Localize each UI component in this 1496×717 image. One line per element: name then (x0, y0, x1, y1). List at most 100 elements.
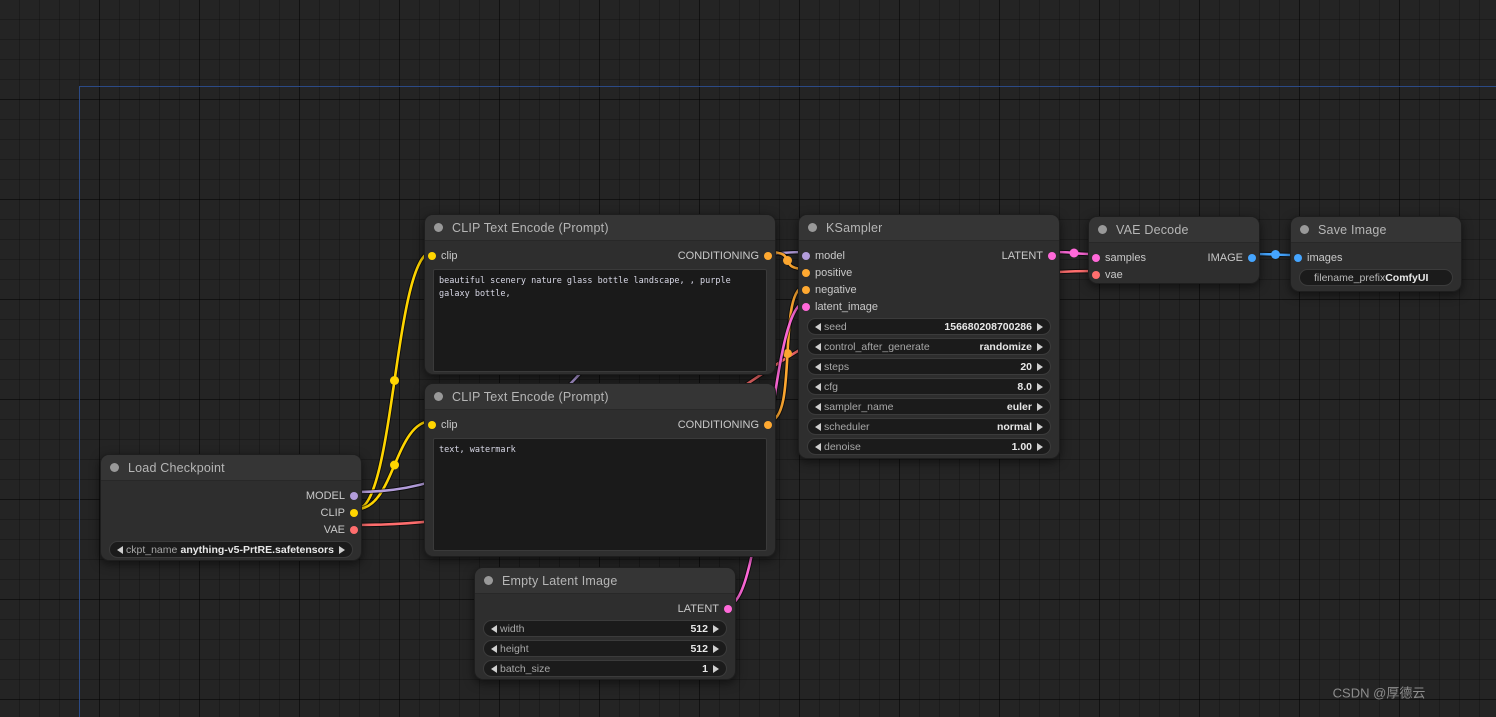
node-title: CLIP Text Encode (Prompt) (452, 389, 609, 404)
node-save-image[interactable]: Save Image images filename_prefix ComfyUI (1290, 216, 1462, 292)
widget-label: denoise (824, 440, 861, 453)
node-collapse-dot-icon[interactable] (1300, 225, 1309, 234)
node-collapse-dot-icon[interactable] (434, 392, 443, 401)
widget-increment-arrow-icon[interactable] (713, 664, 719, 673)
widget-value[interactable]: randomize (979, 341, 1034, 353)
output-slot-dot-CLIP[interactable] (350, 508, 358, 517)
node-title: Save Image (1318, 222, 1387, 237)
widget-width[interactable]: width 512 (483, 620, 727, 637)
widget-scheduler[interactable]: scheduler normal (807, 418, 1051, 435)
node-ksampler[interactable]: KSampler model LATENT positive negative laten… (798, 214, 1060, 459)
widget-value[interactable]: anything-v5-PrtRE.safetensors (181, 544, 336, 556)
node-header-clip-text-encode-negative[interactable]: CLIP Text Encode (Prompt) (425, 384, 775, 410)
widget-value[interactable]: normal (997, 421, 1034, 433)
widget-steps[interactable]: steps 20 (807, 358, 1051, 375)
input-slot-dot-clip[interactable] (428, 420, 436, 429)
node-empty-latent-image[interactable]: Empty Latent Image LATENT width 512 height 51… (474, 567, 736, 680)
input-slot-label: latent_image (815, 300, 878, 313)
widget-value[interactable]: 8.0 (1017, 381, 1034, 393)
node-collapse-dot-icon[interactable] (434, 223, 443, 232)
widget-value[interactable]: 512 (690, 643, 710, 655)
output-slot-dot-IMAGE[interactable] (1248, 253, 1256, 262)
widget-decrement-arrow-icon[interactable] (815, 362, 821, 371)
widget-decrement-arrow-icon[interactable] (117, 545, 123, 554)
widget-decrement-arrow-icon[interactable] (815, 402, 821, 411)
widget-value[interactable]: euler (1007, 401, 1034, 413)
graph-canvas[interactable]: Load Checkpoint MODEL CLIP VAE ckpt_name anyt… (0, 0, 1496, 717)
output-slot-dot-LATENT[interactable] (1048, 251, 1056, 260)
widget-label: steps (824, 360, 850, 373)
widget-increment-arrow-icon[interactable] (339, 545, 345, 554)
input-slot-dot-positive[interactable] (802, 268, 810, 277)
widget-control_after_generate[interactable]: control_after_generate randomize (807, 338, 1051, 355)
node-header-save-image[interactable]: Save Image (1291, 217, 1461, 243)
widget-height[interactable]: height 512 (483, 640, 727, 657)
widget-decrement-arrow-icon[interactable] (815, 342, 821, 351)
widget-increment-arrow-icon[interactable] (1037, 442, 1043, 451)
node-load-checkpoint[interactable]: Load Checkpoint MODEL CLIP VAE ckpt_name anyt… (100, 454, 362, 561)
node-collapse-dot-icon[interactable] (484, 576, 493, 585)
node-collapse-dot-icon[interactable] (808, 223, 817, 232)
node-collapse-dot-icon[interactable] (110, 463, 119, 472)
output-slot-label: IMAGE (1207, 251, 1243, 264)
input-slot-dot-images[interactable] (1294, 253, 1302, 262)
slot-row: vae (1089, 266, 1259, 283)
widget-increment-arrow-icon[interactable] (1037, 402, 1043, 411)
widget-value[interactable]: 20 (1020, 361, 1034, 373)
node-vae-decode[interactable]: VAE Decode samples IMAGE vae (1088, 216, 1260, 284)
input-slot-label: negative (815, 283, 857, 296)
prompt-textarea[interactable]: text, watermark (433, 438, 767, 551)
widget-value[interactable]: 156680208700286 (944, 321, 1034, 333)
node-header-empty-latent-image[interactable]: Empty Latent Image (475, 568, 735, 594)
node-header-ksampler[interactable]: KSampler (799, 215, 1059, 241)
widget-sampler_name[interactable]: sampler_name euler (807, 398, 1051, 415)
widget-decrement-arrow-icon[interactable] (491, 664, 497, 673)
widget-decrement-arrow-icon[interactable] (815, 322, 821, 331)
widget-increment-arrow-icon[interactable] (1037, 342, 1043, 351)
widget-increment-arrow-icon[interactable] (1037, 322, 1043, 331)
prompt-textarea[interactable]: beautiful scenery nature glass bottle la… (433, 269, 767, 372)
widget-denoise[interactable]: denoise 1.00 (807, 438, 1051, 455)
widget-ckpt_name[interactable]: ckpt_name anything-v5-PrtRE.safetensors (109, 541, 353, 558)
node-collapse-dot-icon[interactable] (1098, 225, 1107, 234)
input-slot-dot-clip[interactable] (428, 251, 436, 260)
widget-label: control_after_generate (824, 340, 930, 353)
widget-batch_size[interactable]: batch_size 1 (483, 660, 727, 677)
widget-value[interactable]: 1.00 (1012, 441, 1034, 453)
widget-increment-arrow-icon[interactable] (1037, 382, 1043, 391)
widget-seed[interactable]: seed 156680208700286 (807, 318, 1051, 335)
widget-value[interactable]: 1 (702, 663, 710, 675)
node-header-vae-decode[interactable]: VAE Decode (1089, 217, 1259, 243)
output-slot-dot-VAE[interactable] (350, 525, 358, 534)
input-slot-dot-vae[interactable] (1092, 270, 1100, 279)
widget-increment-arrow-icon[interactable] (713, 624, 719, 633)
output-slot-label: CLIP (320, 506, 345, 519)
widget-decrement-arrow-icon[interactable] (815, 442, 821, 451)
input-slot-dot-samples[interactable] (1092, 253, 1100, 262)
widget-decrement-arrow-icon[interactable] (815, 382, 821, 391)
output-slot-dot-CONDITIONING[interactable] (764, 420, 772, 429)
widget-increment-arrow-icon[interactable] (1037, 422, 1043, 431)
input-slot-dot-model[interactable] (802, 251, 810, 260)
output-slot-dot-LATENT[interactable] (724, 604, 732, 613)
output-slot-dot-CONDITIONING[interactable] (764, 251, 772, 260)
node-clip-text-encode-negative[interactable]: CLIP Text Encode (Prompt) clip CONDITIONIN… (424, 383, 776, 557)
widget-increment-arrow-icon[interactable] (713, 644, 719, 653)
widget-increment-arrow-icon[interactable] (1037, 362, 1043, 371)
node-header-clip-text-encode-positive[interactable]: CLIP Text Encode (Prompt) (425, 215, 775, 241)
slot-row: latent_image (799, 298, 1059, 315)
widget-decrement-arrow-icon[interactable] (815, 422, 821, 431)
widget-cfg[interactable]: cfg 8.0 (807, 378, 1051, 395)
output-slot-dot-MODEL[interactable] (350, 491, 358, 500)
node-header-load-checkpoint[interactable]: Load Checkpoint (101, 455, 361, 481)
widget-filename_prefix[interactable]: filename_prefix ComfyUI (1299, 269, 1453, 286)
input-slot-dot-latent_image[interactable] (802, 302, 810, 311)
node-title: Load Checkpoint (128, 460, 225, 475)
input-slot-label: images (1307, 251, 1343, 264)
widget-value[interactable]: ComfyUI (1385, 272, 1430, 284)
widget-decrement-arrow-icon[interactable] (491, 624, 497, 633)
widget-decrement-arrow-icon[interactable] (491, 644, 497, 653)
node-clip-text-encode-positive[interactable]: CLIP Text Encode (Prompt) clip CONDITIONIN… (424, 214, 776, 375)
widget-value[interactable]: 512 (690, 623, 710, 635)
input-slot-dot-negative[interactable] (802, 285, 810, 294)
